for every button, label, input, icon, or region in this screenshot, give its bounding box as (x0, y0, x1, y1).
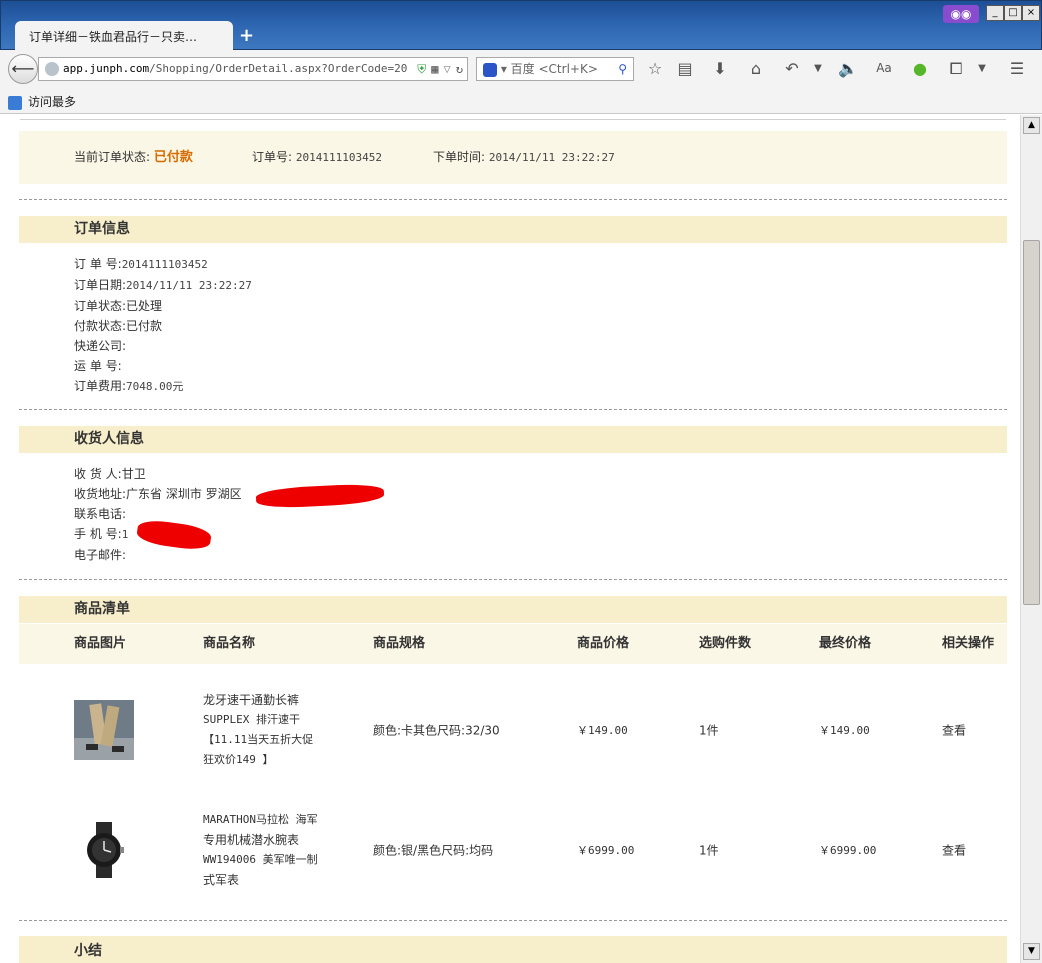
table-row: 龙牙速干通勤长裤 SUPPLEX 排汗速干 【11.11当天五折大促 狂欢价14… (19, 670, 1007, 790)
order-info-row: 订单日期:2014/11/11 23:22:27 (74, 278, 252, 292)
column-header: 商品价格 (577, 636, 630, 651)
bookmark-star-icon[interactable]: ☆ (644, 59, 666, 78)
url-domain: app.junph.com (63, 62, 150, 75)
reader-mode-icon[interactable]: Aa (873, 61, 895, 75)
window-titlebar: 订单详细－铁血君品行－只卖… + ◉◉ _ □ × (0, 0, 1042, 51)
divider (19, 920, 1007, 921)
column-header: 商品规格 (373, 636, 426, 651)
browser-tab[interactable]: 订单详细－铁血君品行－只卖… (15, 21, 233, 51)
view-link[interactable]: 查看 (942, 722, 966, 739)
crop-dropdown-icon[interactable]: ▼ (971, 63, 993, 74)
baidu-icon (483, 62, 497, 77)
column-header: 商品图片 (74, 636, 127, 651)
tab-title: 订单详细－铁血君品行－只卖… (29, 30, 198, 44)
url-path: /Shopping/OrderDetail.aspx?OrderCode=201 (149, 62, 414, 75)
product-final-price: ￥149.00 (819, 724, 870, 737)
undo-dropdown-icon[interactable]: ▼ (807, 63, 829, 74)
receiver-heading: 收货人信息 (19, 426, 1007, 453)
product-spec: 颜色:银/黑色尺码:均码 (373, 843, 494, 858)
search-box[interactable]: ▾ 百度 <Ctrl+K> ⚲ (476, 57, 634, 81)
receiver-info-list: 收 货 人:甘卫 收货地址:广东省 深圳市 罗湖区 联系电话: 手 机 号:1 … (74, 464, 242, 565)
view-link[interactable]: 查看 (942, 842, 966, 859)
order-time-label: 下单时间: (433, 150, 486, 164)
mask-icon[interactable]: ◉◉ (943, 5, 979, 23)
page-content: 当前订单状态: 已付款 订单号: 2014111103452 下单时间: 201… (0, 115, 1020, 963)
products-heading: 商品清单 (19, 596, 1007, 623)
order-no-value: 2014111103452 (295, 151, 382, 164)
receiver-row: 电子邮件: (74, 548, 127, 562)
product-price: ￥149.00 (577, 724, 628, 737)
search-engine-label: 百度 (510, 62, 535, 76)
vertical-scrollbar[interactable]: ▲ ▼ (1020, 115, 1042, 963)
order-no-label: 订单号: (252, 150, 293, 164)
menu-icon[interactable]: ☰ (1006, 59, 1028, 78)
divider (19, 579, 1007, 580)
receiver-row: 收货地址:广东省 深圳市 罗湖区 (74, 487, 242, 501)
divider (19, 409, 1007, 410)
address-redaction (255, 482, 385, 510)
status-label: 当前订单状态: (74, 150, 151, 164)
close-button[interactable]: × (1022, 5, 1040, 21)
bookmark-most-visited[interactable]: 访问最多 (8, 95, 76, 110)
minimize-button[interactable]: _ (986, 5, 1004, 21)
products-table-header: 商品图片 商品名称 商品规格 商品价格 选购件数 最终价格 相关操作 (19, 624, 1007, 664)
home-icon[interactable]: ⌂ (745, 59, 767, 78)
column-header: 最终价格 (819, 636, 872, 651)
order-info-row: 付款状态:已付款 (74, 319, 163, 333)
bookmarks-bar: 访问最多 (0, 90, 1042, 114)
product-name-link[interactable]: MARATHON马拉松 海军 专用机械潜水腕表 WW194006 美军唯一制 式… (203, 810, 328, 890)
status-badge: 已付款 (153, 150, 193, 165)
speaker-icon[interactable]: 🔈 (837, 59, 859, 78)
download-icon[interactable]: ⬇ (709, 59, 731, 78)
search-placeholder: <Ctrl+K> (538, 62, 598, 76)
watch-photo[interactable] (74, 820, 134, 880)
product-price: ￥6999.00 (577, 844, 635, 857)
scrollbar-thumb[interactable] (1023, 240, 1040, 605)
search-icon[interactable]: ⚲ (618, 58, 627, 80)
wechat-icon[interactable]: ● (909, 59, 931, 78)
divider (20, 119, 1006, 120)
receiver-row: 收 货 人:甘卫 (74, 467, 146, 481)
folder-icon (8, 95, 22, 110)
order-info-row: 订 单 号:2014111103452 (74, 257, 208, 271)
column-header: 选购件数 (699, 636, 752, 651)
scroll-up-icon[interactable]: ▲ (1023, 117, 1040, 134)
undo-icon[interactable]: ↶ (781, 59, 803, 78)
order-info-row: 快递公司: (74, 339, 127, 353)
maximize-button[interactable]: □ (1004, 5, 1022, 21)
divider (19, 199, 1007, 200)
product-qty: 1件 (699, 843, 719, 858)
url-bar[interactable]: app.junph.com/Shopping/OrderDetail.aspx?… (38, 57, 468, 81)
order-status-bar: 当前订单状态: 已付款 订单号: 2014111103452 下单时间: 201… (19, 131, 1007, 184)
shield-icon[interactable]: ⛨ (417, 62, 426, 76)
order-info-row: 订单费用:7048.00元 (74, 379, 184, 393)
dropdown-icon[interactable]: ▽ (444, 62, 451, 76)
order-info-row: 运 单 号: (74, 359, 122, 373)
scroll-down-icon[interactable]: ▼ (1023, 943, 1040, 960)
globe-icon (45, 62, 59, 76)
product-final-price: ￥6999.00 (819, 844, 877, 857)
order-time-value: 2014/11/11 23:22:27 (488, 151, 615, 164)
product-name-link[interactable]: 龙牙速干通勤长裤 SUPPLEX 排汗速干 【11.11当天五折大促 狂欢价14… (203, 690, 328, 770)
column-header: 商品名称 (203, 636, 256, 651)
new-tab-button[interactable]: + (239, 25, 254, 46)
back-arrow-icon: ⟵ (11, 59, 35, 78)
order-info-list: 订 单 号:2014111103452 订单日期:2014/11/11 23:2… (74, 254, 252, 397)
table-row: MARATHON马拉松 海军 专用机械潜水腕表 WW194006 美军唯一制 式… (19, 790, 1007, 910)
pants-photo[interactable] (74, 700, 134, 760)
order-info-heading: 订单信息 (19, 216, 1007, 243)
product-spec: 颜色:卡其色尺码:32/30 (373, 723, 500, 738)
navigation-toolbar: ⟵ app.junph.com/Shopping/OrderDetail.asp… (0, 50, 1042, 90)
product-qty: 1件 (699, 723, 719, 738)
column-header: 相关操作 (942, 636, 995, 651)
crop-icon[interactable]: ⧠ (945, 59, 967, 79)
reload-icon[interactable]: ↻ (456, 62, 463, 76)
summary-heading: 小结 (19, 936, 1007, 963)
reading-list-icon[interactable]: ▤ (674, 59, 696, 78)
order-info-row: 订单状态:已处理 (74, 299, 163, 313)
back-button[interactable]: ⟵ (8, 54, 38, 84)
qr-code-icon[interactable]: ▦ (431, 62, 438, 76)
